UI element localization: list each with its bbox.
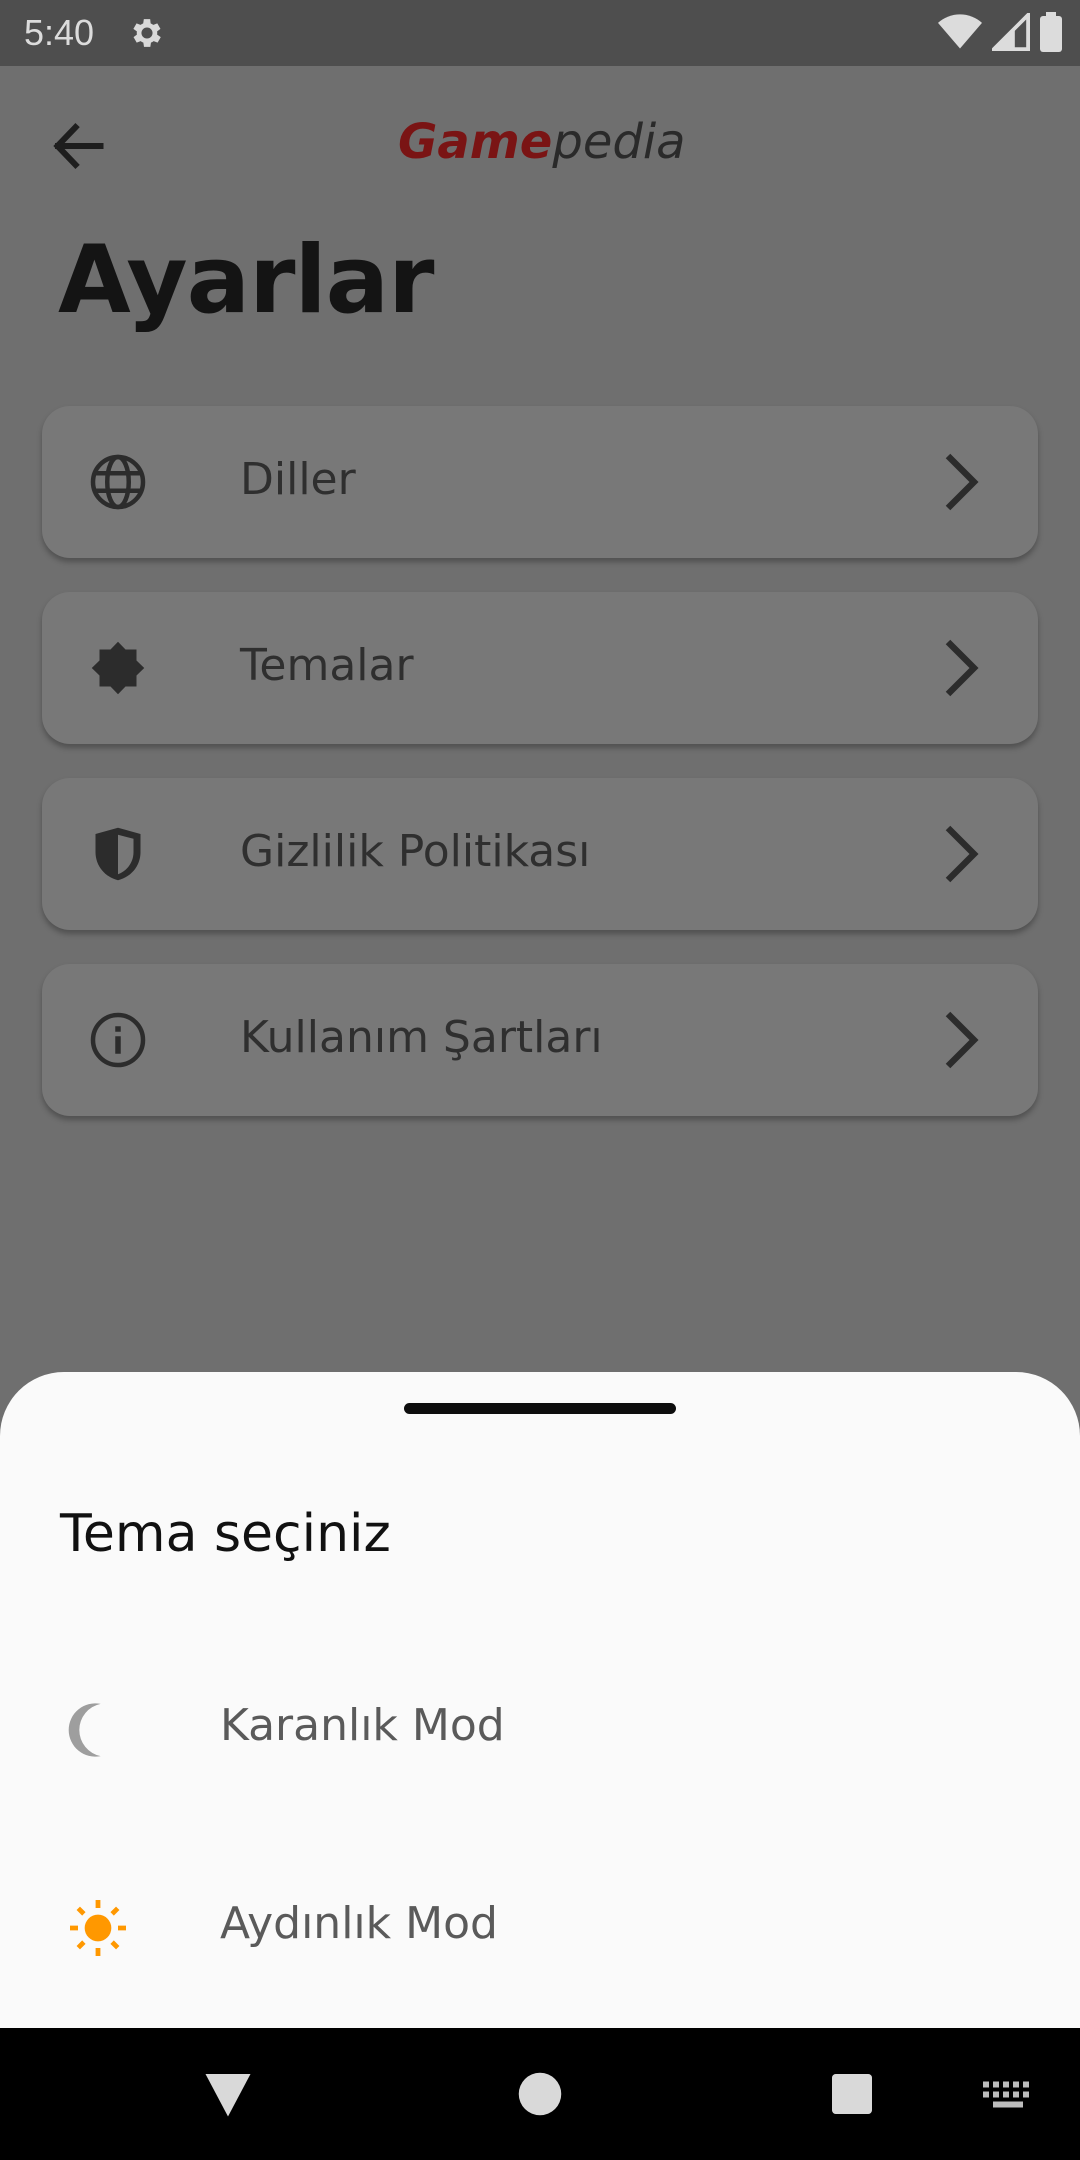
chevron-right-icon [945, 1011, 979, 1069]
wifi-icon [938, 14, 982, 49]
theme-bottom-sheet: Tema seçiniz Karanlık Mod Aydınlık Mod [0, 1372, 1080, 2028]
page-title: Ayarlar [58, 226, 434, 335]
gear-icon [133, 19, 161, 47]
sheet-title: Tema seçiniz [60, 1504, 391, 1564]
logo-primary: Game [398, 114, 553, 170]
light-mode-option[interactable]: Aydınlık Mod [0, 1852, 1080, 2002]
info-icon [90, 1012, 146, 1068]
chevron-right-icon [945, 453, 979, 511]
back-triangle-icon[interactable] [198, 2064, 258, 2124]
settings-item-languages[interactable]: Diller [42, 406, 1038, 558]
settings-item-label: Diller [240, 454, 356, 505]
option-label: Aydınlık Mod [220, 1898, 498, 1949]
chevron-right-icon [945, 639, 979, 697]
sun-icon [70, 1900, 126, 1956]
option-label: Karanlık Mod [220, 1700, 505, 1751]
settings-item-label: Gizlilik Politikası [240, 826, 591, 877]
settings-item-privacy-policy[interactable]: Gizlilik Politikası [42, 778, 1038, 930]
moon-icon [68, 1703, 101, 1757]
dark-mode-option[interactable]: Karanlık Mod [0, 1654, 1080, 1804]
gamepedia-logo: Gamepedia [398, 114, 686, 170]
status-time: 5:40 [24, 12, 95, 53]
status-bar: 5:40 [0, 0, 1080, 66]
settings-item-label: Temalar [240, 640, 414, 691]
logo-secondary: pedia [552, 114, 686, 170]
screen: 5:40 Gamepedia Ayarlar Diller Temalar Gi… [0, 0, 1080, 2160]
keyboard-icon[interactable] [978, 2064, 1038, 2124]
cellular-signal-icon [992, 13, 1030, 51]
system-navigation-bar [0, 2028, 1080, 2160]
drag-handle[interactable] [404, 1403, 676, 1414]
recents-square-icon[interactable] [822, 2064, 882, 2124]
status-icons [938, 12, 1062, 52]
settings-item-themes[interactable]: Temalar [42, 592, 1038, 744]
battery-icon [1040, 12, 1062, 52]
shield-icon [95, 827, 141, 881]
globe-icon [90, 454, 146, 510]
arrow-left-icon[interactable] [48, 116, 108, 176]
home-circle-icon[interactable] [510, 2064, 570, 2124]
settings-item-label: Kullanım Şartları [240, 1012, 603, 1063]
theme-brightness-icon [91, 641, 145, 695]
settings-item-terms-of-use[interactable]: Kullanım Şartları [42, 964, 1038, 1116]
chevron-right-icon [945, 825, 979, 883]
